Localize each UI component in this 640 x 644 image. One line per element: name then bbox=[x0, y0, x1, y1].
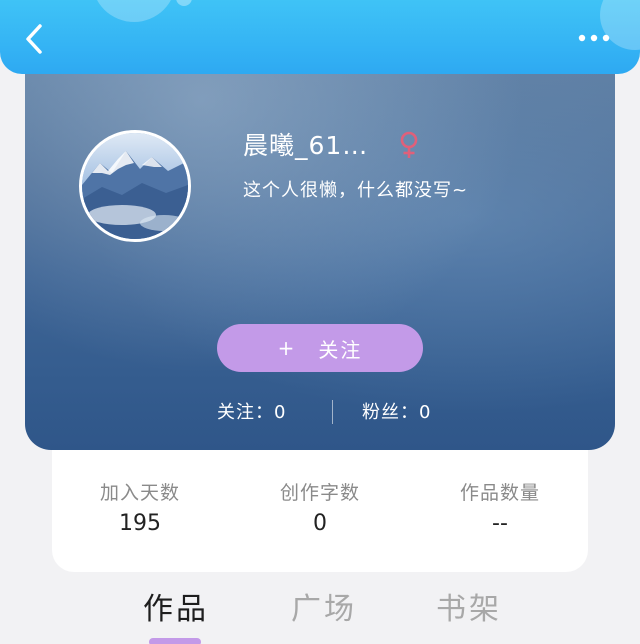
avatar[interactable] bbox=[79, 130, 191, 242]
follow-button-label: 关注 bbox=[318, 337, 363, 362]
female-icon bbox=[400, 131, 418, 158]
tab-square[interactable]: 广场 bbox=[291, 584, 357, 628]
stat-word-count: 创作字数 0 bbox=[245, 478, 395, 536]
profile-card: 晨曦_61… 这个人很懒，什么都没写~ + 关注 关注：0 粉丝：0 bbox=[25, 60, 615, 450]
more-dots-icon bbox=[578, 34, 610, 42]
tab-bookshelf[interactable]: 书架 bbox=[436, 584, 502, 628]
stat-value: 0 bbox=[313, 511, 327, 536]
stats-card: 加入天数 195 创作字数 0 作品数量 -- bbox=[52, 450, 588, 572]
divider bbox=[332, 400, 333, 424]
bio-text: 这个人很懒，什么都没写~ bbox=[243, 180, 469, 201]
following-count[interactable]: 关注：0 bbox=[217, 398, 286, 424]
stat-label: 加入天数 bbox=[99, 482, 180, 504]
back-button[interactable] bbox=[20, 22, 50, 56]
stat-value: -- bbox=[492, 511, 508, 536]
profile-page: 晨曦_61… 这个人很懒，什么都没写~ + 关注 关注：0 粉丝：0 加入天数 … bbox=[0, 0, 640, 644]
stat-works-count: 作品数量 -- bbox=[425, 478, 575, 536]
top-bar bbox=[0, 0, 640, 74]
stat-join-days: 加入天数 195 bbox=[65, 478, 215, 536]
username: 晨曦_61… bbox=[243, 131, 369, 160]
decor-bubble bbox=[176, 0, 192, 6]
fans-count[interactable]: 粉丝：0 bbox=[362, 398, 431, 424]
follow-counts: 关注：0 粉丝：0 bbox=[25, 396, 615, 426]
more-button[interactable] bbox=[574, 28, 614, 48]
stat-value: 195 bbox=[119, 511, 161, 536]
content-tabs: 作品 广场 书架 bbox=[0, 580, 640, 644]
chevron-left-icon bbox=[26, 24, 42, 54]
plus-icon: + bbox=[277, 336, 297, 360]
active-tab-indicator bbox=[149, 638, 201, 644]
decor-bubble bbox=[92, 0, 176, 22]
avatar-image bbox=[82, 133, 188, 239]
follow-button[interactable]: + 关注 bbox=[217, 324, 423, 372]
stat-label: 作品数量 bbox=[459, 482, 540, 504]
tab-works[interactable]: 作品 bbox=[143, 584, 209, 628]
stat-label: 创作字数 bbox=[279, 482, 360, 504]
